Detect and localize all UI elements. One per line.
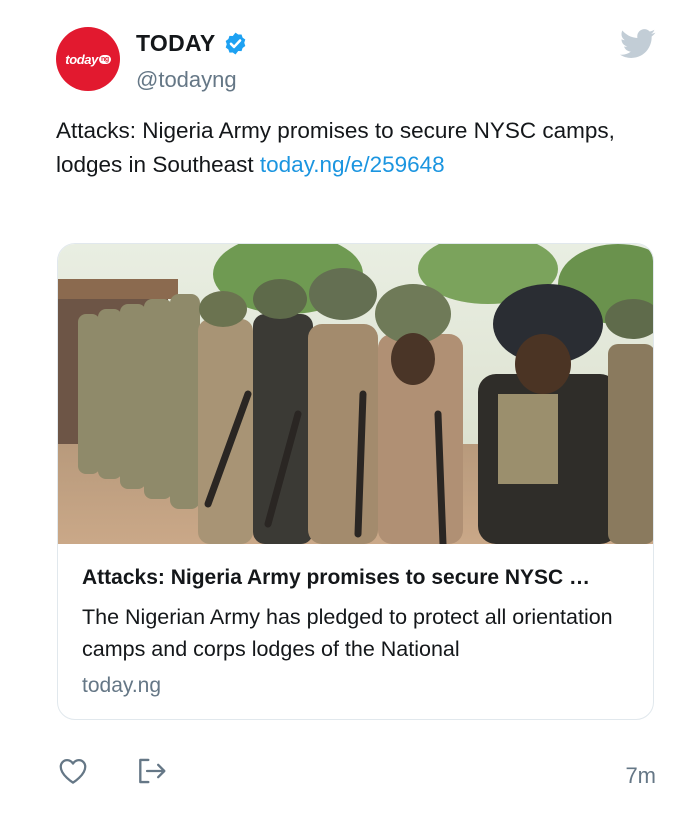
card-domain: today.ng — [82, 674, 162, 697]
share-icon[interactable] — [136, 756, 168, 786]
avatar[interactable]: today ng — [56, 27, 120, 91]
twitter-bird-icon[interactable] — [620, 29, 656, 59]
timestamp[interactable]: 7m — [612, 763, 656, 789]
avatar-logo-badge: ng — [98, 54, 111, 64]
tweet-link[interactable]: today.ng/e/259648 — [260, 152, 445, 177]
user-handle[interactable]: @todayng — [136, 67, 237, 93]
avatar-logo: today ng — [65, 51, 111, 67]
avatar-logo-text: today — [65, 51, 98, 67]
card-description: The Nigerian Army has pledged to protect… — [82, 605, 613, 661]
verified-badge-icon — [226, 32, 246, 55]
card-image — [58, 244, 653, 544]
link-card[interactable]: Attacks: Nigeria Army promises to secure… — [57, 243, 654, 720]
author-name-row: TODAY — [136, 30, 248, 57]
tweet-text: Attacks: Nigeria Army promises to secure… — [56, 114, 666, 182]
display-name[interactable]: TODAY — [136, 30, 215, 57]
heart-icon[interactable] — [58, 757, 88, 785]
tweet: today ng TODAY @todayng Attacks: Nigeria… — [0, 0, 684, 819]
card-title: Attacks: Nigeria Army promises to secure… — [82, 566, 591, 589]
